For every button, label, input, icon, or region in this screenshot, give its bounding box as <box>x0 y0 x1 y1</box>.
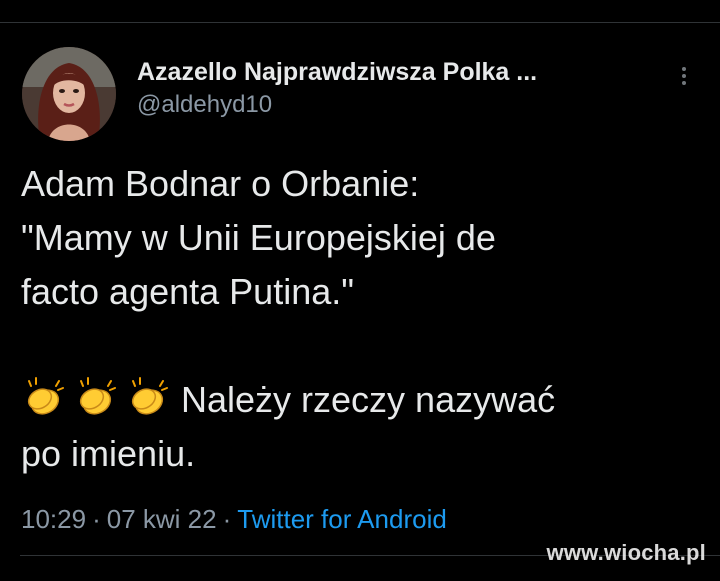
tweet-source-link[interactable]: Twitter for Android <box>237 504 447 534</box>
tweet-text-line: facto agenta Putina." <box>21 271 355 312</box>
avatar[interactable] <box>22 47 116 141</box>
tweet-text: Adam Bodnar o Orbanie: "Mamy w Unii Euro… <box>21 157 701 481</box>
tweet-metadata: 10:29 · 07 kwi 22 · Twitter for Android <box>21 503 447 535</box>
tweet-time[interactable]: 10:29 <box>21 504 86 534</box>
author-handle[interactable]: @aldehyd10 <box>137 90 637 120</box>
top-divider <box>0 22 720 23</box>
vertical-ellipsis-icon <box>682 67 686 85</box>
profile-photo-icon <box>22 47 116 141</box>
clapping-hands-emoji-icon <box>27 377 64 415</box>
clapping-hands-emoji-icon <box>79 377 116 415</box>
clapping-hands-emojis <box>21 375 171 421</box>
tweet-text-line: po imieniu. <box>21 433 196 474</box>
tweet-text-line: Należy rzeczy nazywać <box>181 379 556 420</box>
meta-separator: · <box>92 504 101 534</box>
more-options-button[interactable] <box>672 62 696 90</box>
tweet-text-line: "Mamy w Unii Europejskiej de <box>21 217 496 258</box>
meta-separator: · <box>222 504 232 534</box>
tweet-text-line: Należy rzeczy nazywać <box>21 373 701 427</box>
site-watermark: www.wiocha.pl <box>546 540 706 565</box>
tweet-author: Azazello Najprawdziwsza Polka ... @aldeh… <box>137 57 637 120</box>
clapping-hands-emoji-icon <box>131 377 168 415</box>
author-display-name[interactable]: Azazello Najprawdziwsza Polka ... <box>137 57 637 87</box>
tweet-text-line: Adam Bodnar o Orbanie: <box>21 163 420 204</box>
tweet-date[interactable]: 07 kwi 22 <box>107 504 217 534</box>
